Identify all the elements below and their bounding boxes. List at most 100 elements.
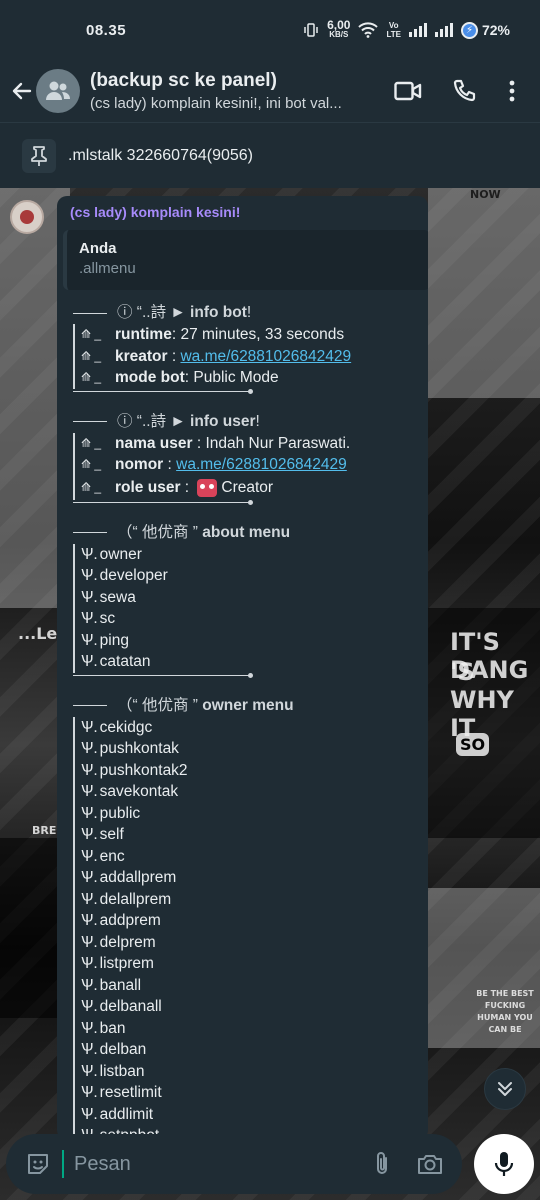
net-speed-unit: KB/S [329, 30, 349, 39]
scroll-to-bottom-button[interactable] [484, 1068, 526, 1110]
menu-item: Ѱ. delallprem [73, 888, 418, 910]
menu-bullet: Ѱ. [81, 1105, 98, 1123]
attach-button[interactable] [364, 1146, 400, 1182]
kreator-link[interactable]: wa.me/62881026842429 [180, 346, 351, 368]
menu-bullet: Ѱ. [81, 1062, 98, 1080]
emoji-button[interactable] [20, 1146, 56, 1182]
volte-bottom: LTE [386, 30, 401, 39]
row-value: : [163, 456, 177, 473]
role-value: Creator [221, 478, 274, 496]
wallpaper-text: SO [456, 733, 490, 756]
menu-bullet: Ѱ. [81, 545, 98, 563]
menu-bullet: Ѱ. [81, 761, 98, 779]
sender-avatar[interactable] [10, 200, 44, 234]
status-time: 08.35 [86, 21, 127, 39]
voice-message-button[interactable] [474, 1134, 534, 1194]
menu-bullet: Ѱ. [81, 847, 98, 865]
row-value: : 27 minutes, 33 seconds [171, 326, 345, 343]
row-symbol: ⟰ _ [81, 327, 102, 341]
menu-bullet: Ѱ. [81, 933, 98, 951]
menu-item-label: addprem [99, 912, 161, 929]
info-row-role-user: ⟰ _ role user : Creator [73, 475, 418, 500]
quoted-author: Anda [79, 240, 117, 257]
row-symbol: ⟰ _ [81, 435, 102, 450]
quoted-message[interactable]: Anda .allmenu [63, 230, 428, 290]
info-row-runtime: ⟰ _ runtime : 27 minutes, 33 seconds [73, 324, 418, 346]
chat-header: (backup sc ke panel) (cs lady) komplain … [0, 60, 540, 122]
menu-bullet: Ѱ. [81, 1019, 98, 1037]
voice-call-button[interactable] [436, 67, 492, 115]
section-prefix: （“ 他优商 ” [117, 523, 198, 541]
menu-item-label: owner [99, 545, 142, 563]
row-key: nomor [115, 456, 164, 473]
group-avatar[interactable] [36, 69, 80, 113]
menu-item-label: ping [99, 631, 129, 649]
menu-item: Ѱ. resetlimit [73, 1082, 418, 1104]
menu-bullet: Ѱ. [81, 976, 98, 994]
menu-item-label: delprem [99, 933, 156, 951]
menu-item-label: addlimit [99, 1105, 154, 1123]
menu-item-label: sc [99, 610, 116, 627]
wallpaper-text: ...Le [18, 624, 58, 643]
menu-item-label: delallprem [99, 890, 172, 908]
chat-info[interactable]: (backup sc ke panel) (cs lady) komplain … [90, 70, 370, 112]
menu-item-label: addallprem [99, 869, 177, 886]
sticker-icon [28, 1154, 48, 1174]
message-sender-name[interactable]: (cs lady) komplain kesini! [70, 204, 418, 220]
back-button[interactable] [4, 73, 40, 109]
video-camera-icon [394, 81, 422, 101]
camera-button[interactable] [412, 1146, 448, 1182]
paperclip-icon [377, 1152, 387, 1174]
wallpaper-text: NOW [470, 188, 501, 201]
menu-item: Ѱ. addlimit [73, 1103, 418, 1125]
menu-item-label: pushkontak2 [99, 761, 188, 779]
section-header-info-user: ⓘ “..詩 ► info user! [73, 411, 418, 433]
volte-indicator: Vo LTE [386, 21, 401, 39]
double-chevron-down-icon [498, 1082, 512, 1096]
info-row-nama-user: ⟰ _ nama user : Indah Nur Paraswati. [73, 432, 418, 454]
status-bar: 08.35 6,00 KB/S Vo LTE ⚡ 72% [0, 0, 540, 60]
row-key: role user [115, 478, 181, 496]
section-divider [73, 388, 253, 401]
menu-item-label: sewa [99, 588, 136, 606]
bot-menu: ⓘ “..詩 ► info bot! ⟰ _ runtime : 27 minut… [73, 302, 418, 1140]
kebab-menu-icon [509, 80, 515, 102]
menu-item: Ѱ. public [73, 802, 418, 824]
menu-item: Ѱ. addprem [73, 910, 418, 932]
nomor-link[interactable]: wa.me/62881026842429 [176, 454, 347, 476]
row-value: : [180, 478, 194, 496]
section-title: owner menu [202, 696, 294, 714]
menu-item-label: delban [99, 1041, 147, 1058]
row-value: : [167, 347, 181, 365]
battery: ⚡ 72% [460, 21, 510, 39]
message-input[interactable] [62, 1150, 354, 1178]
pinned-message-bar[interactable]: .mlstalk 322660764(9056) [0, 122, 540, 188]
wifi-icon [358, 22, 379, 38]
menu-item: Ѱ. developer [73, 565, 418, 587]
chat-title: (backup sc ke panel) [90, 70, 277, 91]
menu-item: Ѱ. ban [73, 1017, 418, 1039]
menu-bullet: Ѱ. [81, 740, 98, 757]
menu-item-label: listprem [99, 955, 154, 972]
wallpaper-panel [0, 838, 60, 1018]
menu-bullet: Ѱ. [81, 804, 98, 822]
group-icon [46, 81, 70, 100]
net-speed: 6,00 KB/S [327, 19, 350, 39]
message-bubble[interactable]: (cs lady) komplain kesini! Anda .allmenu… [57, 196, 428, 1140]
more-options-button[interactable] [492, 67, 532, 115]
status-icons: 6,00 KB/S Vo LTE ⚡ 72% [303, 19, 510, 39]
section-title: info user [190, 412, 256, 430]
menu-item: Ѱ. banall [73, 974, 418, 996]
wallpaper-text: 'S WHY IT [450, 658, 514, 742]
menu-bullet: Ѱ. [81, 890, 98, 908]
menu-item-label: banall [99, 976, 142, 994]
row-key: nama user [115, 434, 193, 452]
menu-item: Ѱ. enc [73, 845, 418, 867]
row-symbol: ⟰ _ [81, 370, 102, 384]
menu-item: Ѱ. self [73, 824, 418, 846]
menu-item: Ѱ. delprem [73, 931, 418, 953]
row-symbol: ⟰ _ [81, 348, 102, 363]
video-call-button[interactable] [380, 67, 436, 115]
menu-bullet: Ѱ. [81, 998, 98, 1015]
menu-bullet: Ѱ. [81, 955, 98, 972]
